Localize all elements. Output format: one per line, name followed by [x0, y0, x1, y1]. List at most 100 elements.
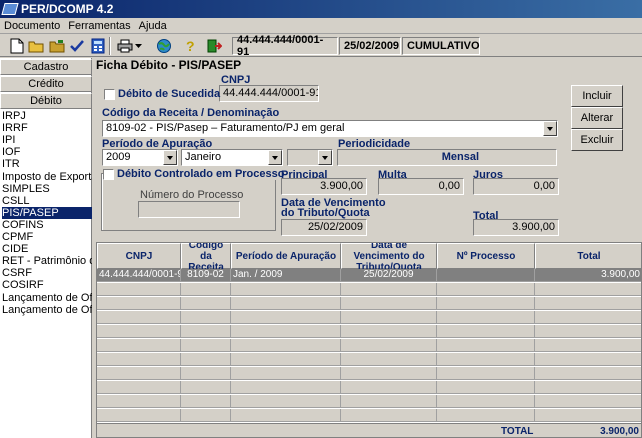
grid-header-codigo[interactable]: Código da Receita	[181, 243, 231, 273]
form-title: Ficha Débito - PIS/PASEP	[96, 58, 242, 72]
printer-icon[interactable]	[116, 37, 134, 55]
table-row[interactable]	[97, 395, 641, 408]
nav-item[interactable]: CSRF	[2, 267, 92, 279]
table-cell	[341, 339, 437, 352]
nav-item[interactable]: IRPJ	[2, 110, 92, 122]
table-cell	[535, 283, 641, 296]
numero-processo-field[interactable]	[138, 201, 240, 218]
extra-select[interactable]	[287, 149, 333, 166]
codigo-receita-select[interactable]: 8109-02 - PIS/Pasep – Faturamento/PJ em …	[102, 120, 558, 137]
nav-item[interactable]: Lançamento de Ofício	[2, 304, 92, 316]
table-cell	[341, 311, 437, 324]
grid-header-cnpj[interactable]: CNPJ	[97, 243, 181, 269]
nav-item[interactable]: SIMPLES	[2, 183, 92, 195]
nav-item[interactable]: IPI	[2, 134, 92, 146]
table-cell	[341, 395, 437, 408]
menu-ferramentas[interactable]: Ferramentas	[64, 20, 134, 32]
table-cell	[437, 297, 535, 310]
table-cell	[341, 297, 437, 310]
table-cell	[181, 325, 231, 338]
table-row[interactable]	[97, 381, 641, 394]
periodicidade-field: Mensal	[337, 149, 557, 166]
grid-total-value: 3.900,00	[600, 426, 639, 437]
table-cell	[231, 283, 341, 296]
nav-debito-button[interactable]: Débito	[0, 93, 92, 109]
incluir-button[interactable]: Incluir	[571, 85, 623, 107]
grid-header-processo[interactable]: Nº Processo	[437, 243, 535, 269]
chevron-down-icon[interactable]	[543, 121, 557, 136]
table-row[interactable]	[97, 311, 641, 324]
excluir-button[interactable]: Excluir	[571, 129, 623, 151]
nav-cadastro-button[interactable]: Cadastro	[0, 59, 92, 75]
table-cell	[97, 297, 181, 310]
table-row[interactable]	[97, 283, 641, 296]
controlado-header: Débito Controlado em Processo	[103, 168, 288, 180]
nav-credito-button[interactable]: Crédito	[0, 76, 92, 92]
controlado-checkbox[interactable]	[103, 168, 114, 180]
table-cell	[437, 339, 535, 352]
nav-item[interactable]: ITR	[2, 158, 92, 170]
menu-documento[interactable]: Documento	[0, 20, 64, 32]
sucedida-checkbox[interactable]	[104, 89, 115, 100]
exit-icon[interactable]	[205, 37, 223, 55]
nav-item[interactable]: CSLL	[2, 195, 92, 207]
nav-item[interactable]: CIDE	[2, 243, 92, 255]
nav-item[interactable]: COSIRF	[2, 279, 92, 291]
table-cell	[231, 395, 341, 408]
table-cell	[97, 367, 181, 380]
table-row[interactable]	[97, 353, 641, 366]
table-cell: 3.900,00	[535, 269, 641, 282]
numero-processo-label: Número do Processo	[140, 189, 244, 201]
mes-select[interactable]: Janeiro	[181, 149, 283, 166]
table-row[interactable]	[97, 339, 641, 352]
table-cell	[341, 381, 437, 394]
nav-item[interactable]: COFINS	[2, 219, 92, 231]
table-row[interactable]	[97, 325, 641, 338]
toolbar-status: CUMULATIVO	[402, 37, 480, 55]
calculator-icon[interactable]	[89, 37, 107, 55]
nav-item[interactable]: IOF	[2, 146, 92, 158]
new-document-icon[interactable]	[8, 37, 26, 55]
globe-icon[interactable]	[155, 37, 173, 55]
toolbar-date: 25/02/2009	[339, 37, 401, 55]
table-cell	[231, 325, 341, 338]
open-folder-icon[interactable]	[27, 37, 45, 55]
nav-item[interactable]: IRRF	[2, 122, 92, 134]
table-cell	[341, 325, 437, 338]
nav-item[interactable]: RET - Patrimônio de Af	[2, 255, 92, 267]
table-cell	[341, 409, 437, 422]
table-cell	[181, 409, 231, 422]
chevron-down-icon[interactable]	[318, 150, 332, 165]
table-cell	[97, 311, 181, 324]
check-icon[interactable]	[68, 37, 86, 55]
grid-header-vencimento[interactable]: Data de Vencimento do Tributo/Quota	[341, 243, 437, 273]
nav-item[interactable]: Imposto de Exportação	[2, 171, 92, 183]
chevron-down-icon[interactable]	[163, 150, 177, 165]
table-row[interactable]: 44.444.444/0001-91 8109-02 Jan. / 2009 25/0…	[97, 269, 641, 282]
grid-header-periodo[interactable]: Período de Apuração	[231, 243, 341, 269]
chevron-down-icon[interactable]	[268, 150, 282, 165]
grid-header-total[interactable]: Total	[535, 243, 641, 269]
table-cell	[535, 311, 641, 324]
ano-select[interactable]: 2009	[102, 149, 178, 166]
table-row[interactable]	[97, 409, 641, 422]
table-cell	[97, 353, 181, 366]
table-cell	[437, 409, 535, 422]
print-dropdown-icon[interactable]	[134, 37, 144, 55]
table-row[interactable]	[97, 367, 641, 380]
table-cell	[231, 381, 341, 394]
folder-icon[interactable]	[48, 37, 66, 55]
table-cell	[181, 297, 231, 310]
table-cell	[97, 409, 181, 422]
alterar-button[interactable]: Alterar	[571, 107, 623, 129]
nav-item[interactable]: PIS/PASEP	[2, 206, 92, 219]
table-cell	[437, 381, 535, 394]
help-icon[interactable]: ?	[181, 37, 199, 55]
nav-item[interactable]: CPMF	[2, 231, 92, 243]
table-cell	[181, 283, 231, 296]
codigo-receita-label: Código da Receita / Denominação	[102, 107, 280, 119]
sucedida-label: Débito de Sucedida	[118, 88, 221, 100]
menu-ajuda[interactable]: Ajuda	[135, 20, 171, 32]
table-row[interactable]	[97, 297, 641, 310]
nav-item[interactable]: Lançamento de Ofício	[2, 292, 92, 304]
